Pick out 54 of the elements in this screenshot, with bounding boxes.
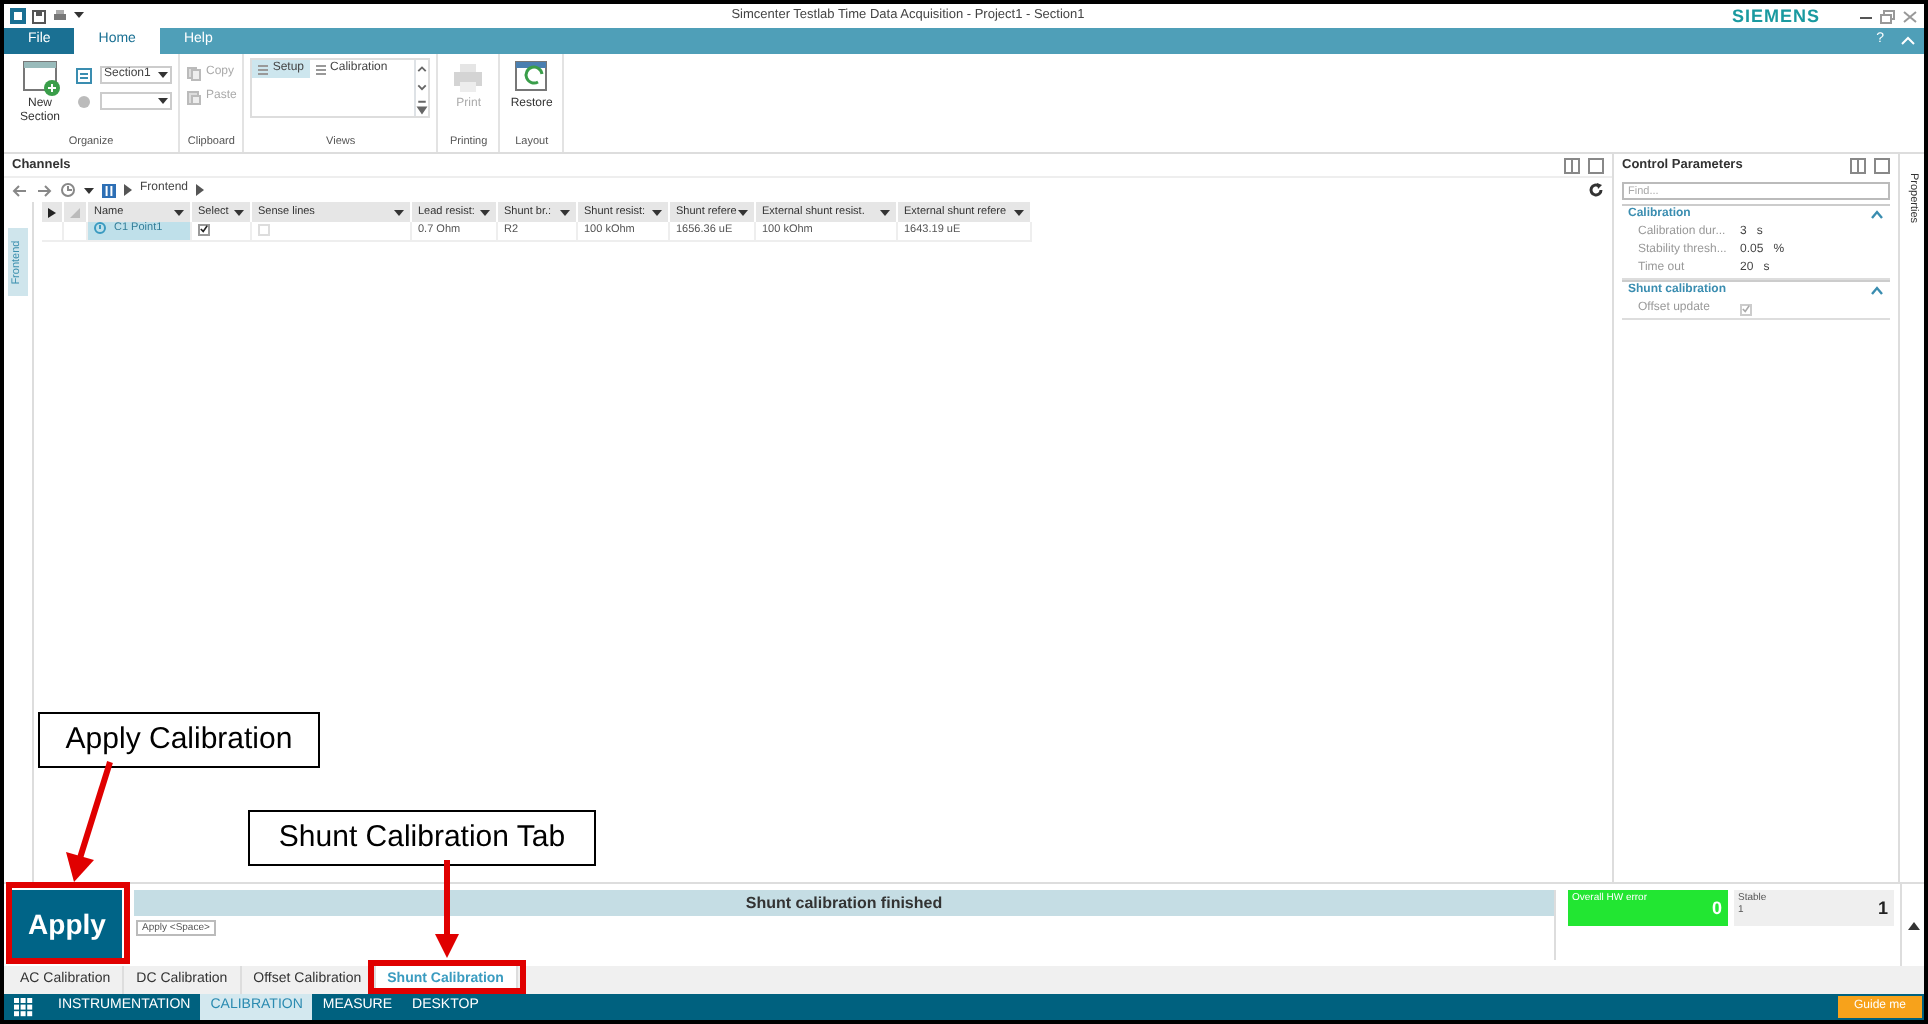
frontend-icon [102, 183, 116, 197]
filter-icon [652, 209, 662, 215]
filter-icon [738, 209, 748, 215]
more-icon[interactable] [416, 97, 429, 116]
app-icon [10, 8, 26, 24]
paste-icon [186, 90, 202, 106]
corner-icon [70, 207, 80, 217]
callout-arrow [66, 761, 113, 882]
filter-icon [234, 209, 244, 215]
apply-button[interactable]: Apply [12, 890, 122, 960]
forward-icon[interactable] [36, 183, 52, 197]
section-icon [76, 67, 92, 83]
maximize-icon[interactable] [1874, 158, 1890, 174]
filter-icon [394, 209, 404, 215]
scroll-up-icon[interactable] [1907, 921, 1919, 929]
restore-window-icon[interactable] [1880, 9, 1896, 23]
split-view-icon[interactable] [1564, 157, 1580, 173]
expand-icon[interactable] [48, 207, 56, 217]
list-icon [316, 63, 327, 75]
filter-icon [480, 209, 490, 215]
close-icon[interactable] [1902, 9, 1918, 23]
collapse-icon[interactable] [1870, 210, 1884, 220]
checkbox[interactable] [198, 223, 210, 236]
callout-label: Shunt Calibration Tab [248, 810, 596, 866]
back-icon[interactable] [12, 183, 28, 197]
apps-icon[interactable] [10, 994, 36, 1020]
list-icon [258, 63, 269, 75]
callout-arrow [435, 860, 459, 958]
maximize-icon[interactable] [1588, 157, 1604, 173]
highlight-frame [6, 882, 130, 964]
brand-logo: SIEMENS [1731, 5, 1820, 27]
filter-icon [174, 209, 184, 215]
history-icon[interactable] [60, 182, 76, 198]
status-message: Shunt calibration finished [134, 890, 1554, 916]
section-dropdown[interactable] [100, 92, 172, 110]
print-icon[interactable] [52, 9, 68, 23]
dropdown-icon [158, 98, 168, 104]
new-section-icon [20, 58, 60, 98]
filter-icon [560, 209, 570, 215]
dropdown-icon[interactable] [84, 187, 94, 193]
filter-icon [1014, 209, 1024, 215]
dropdown-icon [158, 72, 168, 78]
callout-label: Apply Calibration [38, 712, 320, 768]
chevron-icon [124, 184, 132, 196]
dropdown-icon[interactable] [74, 12, 84, 20]
filter-icon [880, 209, 890, 215]
collapse-icon[interactable] [1870, 286, 1884, 296]
split-view-icon[interactable] [1850, 158, 1866, 174]
save-icon[interactable] [32, 9, 46, 23]
checkbox[interactable] [1740, 303, 1752, 315]
chevron-icon[interactable] [196, 184, 205, 196]
refresh-icon[interactable] [1588, 182, 1604, 198]
info-icon [94, 222, 106, 235]
copy-icon [186, 66, 202, 82]
